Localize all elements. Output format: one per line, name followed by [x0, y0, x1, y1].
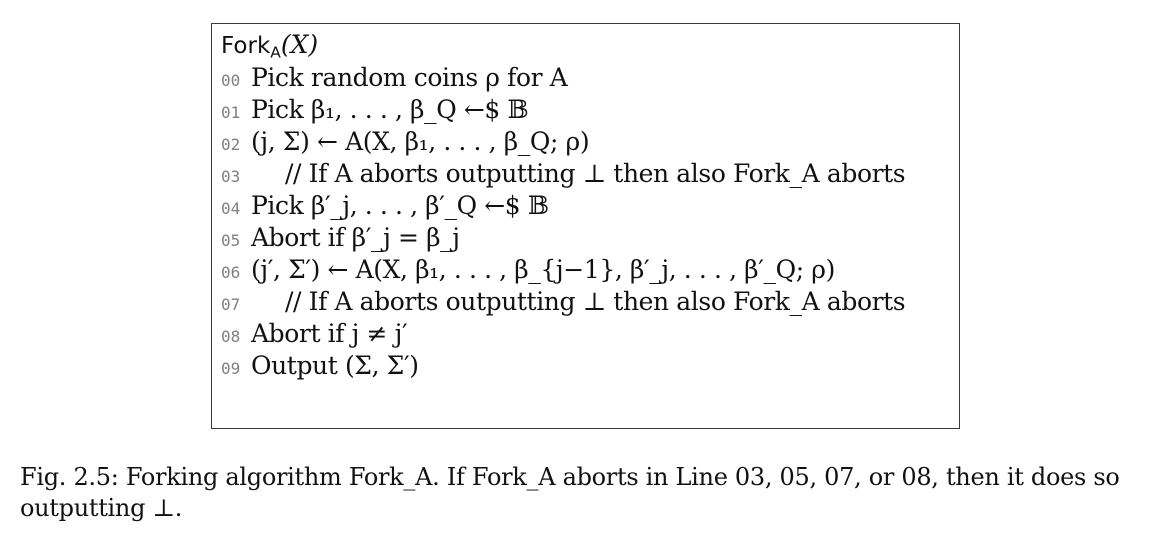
line-number: 02	[221, 135, 241, 154]
line-text: (j′, Σ′) ← A(X, β₁, . . . , β_{j−1}, β′_…	[251, 255, 835, 284]
algorithm-line: 03 // If A aborts outputting ⊥ then also…	[221, 158, 906, 190]
algorithm-line: 01 Pick β₁, . . . , β_Q ←$ 𝔹	[221, 94, 529, 126]
algorithm-line: 02 (j, Σ) ← A(X, β₁, . . . , β_Q; ρ)	[221, 126, 590, 158]
algorithm-line: 07 // If A aborts outputting ⊥ then also…	[221, 286, 906, 318]
line-text: Abort if j ≠ j′	[251, 319, 408, 348]
line-text: Abort if β′_j = β_j	[251, 223, 460, 252]
line-comment: // If A aborts outputting ⊥ then also Fo…	[285, 287, 906, 316]
line-number: 06	[221, 263, 241, 282]
line-number: 08	[221, 327, 241, 346]
figure-caption: Fig. 2.5: Forking algorithm Fork_A. If F…	[20, 462, 1150, 524]
algorithm-line: 09 Output (Σ, Σ′)	[221, 350, 419, 382]
algorithm-box: ForkA(X) 00 Pick random coins ρ for A 01…	[211, 23, 960, 429]
algorithm-line: 08 Abort if j ≠ j′	[221, 318, 408, 350]
algorithm-args: (X)	[280, 30, 319, 59]
line-number: 04	[221, 199, 241, 218]
line-number: 05	[221, 231, 241, 250]
algorithm-name-subscript: A	[270, 43, 281, 62]
line-text: Output (Σ, Σ′)	[251, 351, 419, 380]
line-comment: // If A aborts outputting ⊥ then also Fo…	[285, 159, 906, 188]
algorithm-line: 04 Pick β′_j, . . . , β′_Q ←$ 𝔹	[221, 190, 549, 222]
line-number: 09	[221, 359, 241, 378]
caption-text: Forking algorithm Fork_A. If Fork_A abor…	[20, 463, 1120, 522]
algorithm-line: 05 Abort if β′_j = β_j	[221, 222, 460, 254]
line-text: Pick random coins ρ for A	[251, 63, 568, 92]
line-number: 00	[221, 71, 241, 90]
line-number: 07	[221, 295, 241, 314]
algorithm-name: Fork	[221, 33, 271, 59]
line-text: Pick β₁, . . . , β_Q ←$ 𝔹	[251, 95, 529, 124]
caption-label: Fig. 2.5:	[20, 463, 119, 491]
line-text: (j, Σ) ← A(X, β₁, . . . , β_Q; ρ)	[251, 127, 590, 156]
line-number: 03	[221, 167, 241, 186]
line-text: Pick β′_j, . . . , β′_Q ←$ 𝔹	[251, 191, 549, 220]
algorithm-line: 06 (j′, Σ′) ← A(X, β₁, . . . , β_{j−1}, …	[221, 254, 835, 286]
algorithm-line: 00 Pick random coins ρ for A	[221, 62, 568, 94]
line-number: 01	[221, 103, 241, 122]
